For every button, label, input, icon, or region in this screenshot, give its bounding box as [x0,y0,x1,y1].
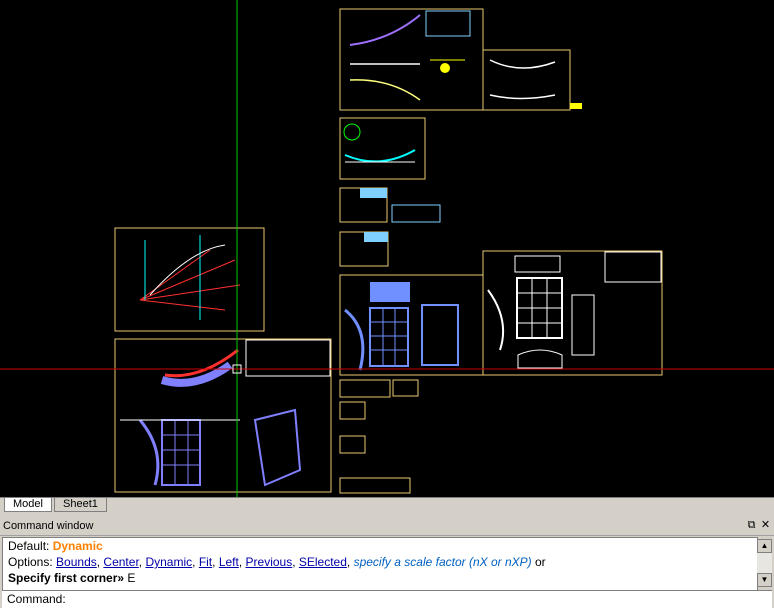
scroll-down-icon[interactable]: ▼ [757,573,772,587]
drawing-sheet [114,338,332,493]
restore-window-icon[interactable]: ⧉ [745,519,758,532]
prompt-text: Specify first corner» [8,571,125,585]
drawing-sheet [339,187,441,267]
option-selected[interactable]: SElected [299,555,347,569]
command-window-title: Command window [0,518,774,536]
history-line-prompt: Specify first corner» E [8,570,135,586]
drawing-sheet [339,8,484,111]
option-previous[interactable]: Previous [246,555,293,569]
drawing-sheet [339,274,484,376]
default-label: Default: [8,539,50,553]
drawing-sheet [114,227,265,332]
prompt-response: E [127,571,136,585]
option-fit[interactable]: Fit [199,555,212,569]
scroll-up-icon[interactable]: ▲ [757,539,772,553]
drawing-sheets [0,0,774,497]
history-scrollbar[interactable]: ▲ ▼ [757,539,772,587]
options-suffix: or [535,555,546,569]
command-line: Command: [2,590,772,608]
command-prompt-label: Command: [7,592,66,606]
default-value: Dynamic [52,539,103,553]
history-line-default: Default: Dynamic [8,538,103,554]
tab-sheet1[interactable]: Sheet1 [54,498,107,512]
tab-model[interactable]: Model [4,498,52,512]
option-dynamic[interactable]: Dynamic [145,555,192,569]
option-bounds[interactable]: Bounds [56,555,97,569]
drawing-sheet [339,117,426,180]
layout-tab-bar: Model Sheet1 [0,497,774,512]
drawing-sheet [339,379,419,494]
options-label: Options: [8,555,53,569]
option-left[interactable]: Left [219,555,239,569]
drawing-sheet [482,49,582,111]
scale-factor-hint: specify a scale factor (nX or nXP) [353,555,532,569]
history-line-options: Options: Bounds, Center, Dynamic, Fit, L… [8,555,546,569]
drawing-sheet [482,250,663,376]
option-center[interactable]: Center [103,555,138,569]
command-input[interactable] [74,592,754,606]
drawing-canvas[interactable] [0,0,774,497]
close-icon[interactable]: ✕ [759,519,772,532]
